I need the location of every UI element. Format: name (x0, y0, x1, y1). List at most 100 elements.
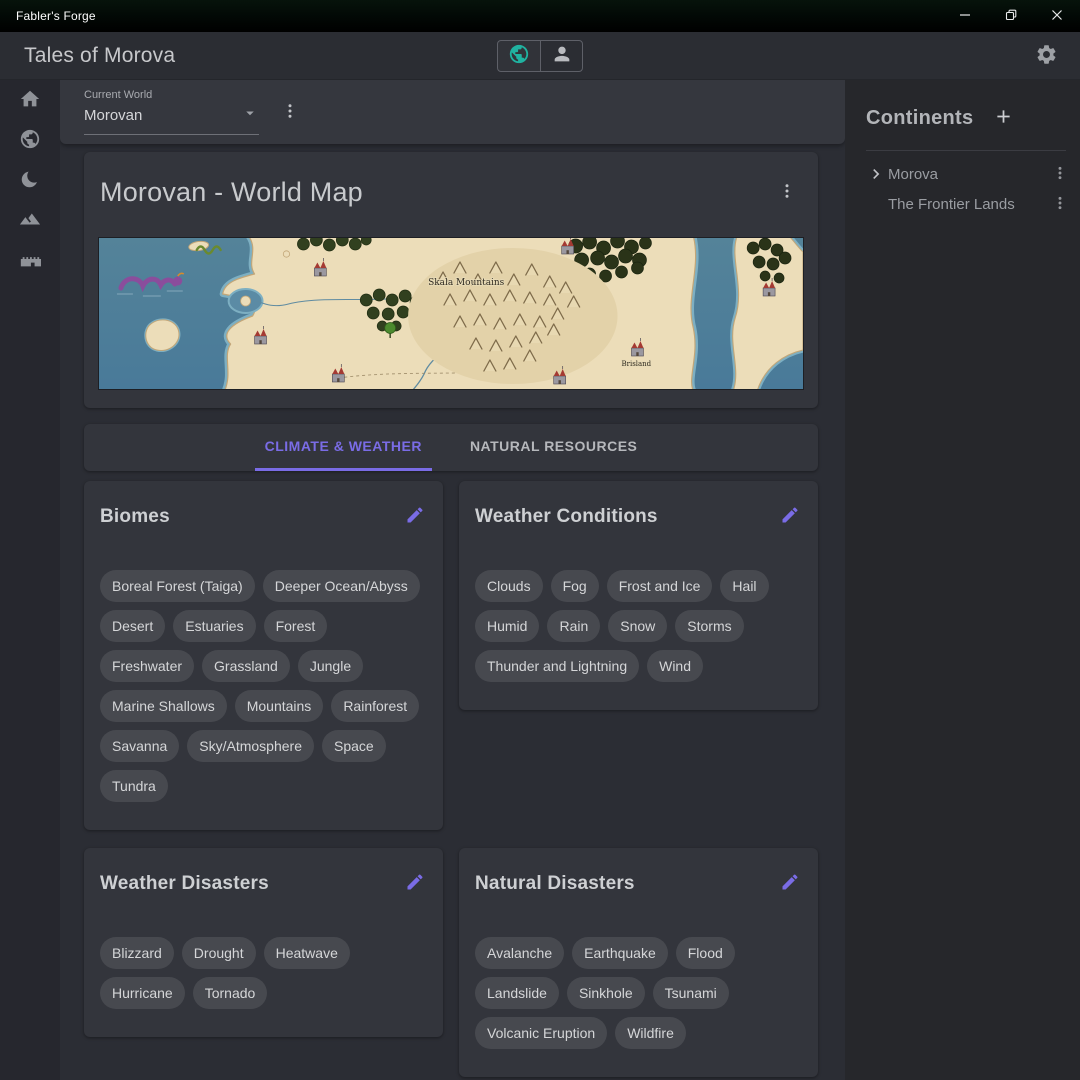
chip-tundra: Tundra (100, 770, 168, 802)
globe-icon (508, 43, 530, 68)
chip-hurricane: Hurricane (100, 977, 185, 1009)
section-tabs: CLIMATE & WEATHER NATURAL RESOURCES (84, 424, 818, 471)
chip-forest: Forest (264, 610, 328, 642)
weather-conditions-card: Weather Conditions CloudsFogFrost and Ic… (459, 481, 818, 710)
continents-panel: Continents Morova The Frontier Lands (845, 80, 1080, 1080)
continent-menu-button[interactable] (1052, 163, 1068, 186)
chip-humid: Humid (475, 610, 539, 642)
biomes-chip-list: Boreal Forest (Taiga)Deeper Ocean/AbyssD… (100, 570, 427, 802)
natural-disasters-chip-list: AvalancheEarthquakeFloodLandslideSinkhol… (475, 937, 802, 1049)
chip-freshwater: Freshwater (100, 650, 194, 682)
current-world-select[interactable]: Current World Morovan (84, 89, 259, 135)
castle-icon (19, 258, 41, 273)
minimize-button[interactable] (942, 0, 988, 32)
world-view-toggle[interactable] (498, 41, 540, 71)
mountain-icon (19, 218, 41, 233)
kebab-icon (778, 188, 796, 203)
chip-frost-and-ice: Frost and Ice (607, 570, 713, 602)
chevron-down-icon (241, 104, 259, 127)
climate-sections-grid: Biomes Boreal Forest (Taiga)Deeper Ocean… (84, 481, 818, 1077)
biomes-card: Biomes Boreal Forest (Taiga)Deeper Ocean… (84, 481, 443, 830)
biomes-title: Biomes (100, 506, 170, 528)
chip-wildfire: Wildfire (615, 1017, 686, 1049)
person-icon (551, 43, 573, 68)
chip-fog: Fog (551, 570, 599, 602)
chip-tornado: Tornado (193, 977, 268, 1009)
weather-conditions-chip-list: CloudsFogFrost and IceHailHumidRainSnowS… (475, 570, 802, 682)
sidebar-item-terrain[interactable] (19, 208, 41, 232)
chip-storms: Storms (675, 610, 743, 642)
tab-climate-weather[interactable]: CLIMATE & WEATHER (255, 424, 432, 471)
chip-thunder-and-lightning: Thunder and Lightning (475, 650, 639, 682)
character-view-toggle[interactable] (540, 41, 582, 71)
world-icon (19, 138, 41, 153)
continent-item-frontier-lands[interactable]: The Frontier Lands (866, 189, 1068, 219)
moon-icon (19, 178, 41, 193)
app-title: Tales of Morova (24, 44, 175, 68)
pencil-icon (780, 513, 800, 528)
add-continent-button[interactable] (991, 104, 1016, 132)
chip-grassland: Grassland (202, 650, 290, 682)
chip-drought: Drought (182, 937, 256, 969)
weather-disasters-chip-list: BlizzardDroughtHeatwaveHurricaneTornado (100, 937, 427, 1009)
chip-earthquake: Earthquake (572, 937, 668, 969)
os-titlebar: Fabler's Forge (0, 0, 1080, 32)
map-label-city: Brisland (622, 360, 652, 368)
panel-divider (866, 150, 1066, 151)
minimize-icon (959, 9, 971, 24)
close-button[interactable] (1034, 0, 1080, 32)
continents-title: Continents (866, 107, 973, 130)
home-icon (19, 98, 41, 113)
settings-button[interactable] (1035, 43, 1058, 69)
continent-label: Morova (888, 166, 1052, 183)
chip-estuaries: Estuaries (173, 610, 255, 642)
weather-disasters-edit-button[interactable] (403, 870, 427, 897)
chip-rain: Rain (547, 610, 600, 642)
world-map-card: Morovan - World Map (84, 152, 818, 408)
continent-menu-button[interactable] (1052, 193, 1068, 216)
current-world-value: Morovan (84, 107, 142, 124)
chip-deeper-ocean-abyss: Deeper Ocean/Abyss (263, 570, 420, 602)
gear-icon (1035, 54, 1058, 69)
pencil-icon (405, 513, 425, 528)
chip-desert: Desert (100, 610, 165, 642)
weather-disasters-title: Weather Disasters (100, 873, 269, 895)
close-icon (1051, 9, 1063, 24)
natural-disasters-title: Natural Disasters (475, 873, 635, 895)
world-menu-button[interactable] (277, 98, 303, 127)
chip-snow: Snow (608, 610, 667, 642)
chip-savanna: Savanna (100, 730, 179, 762)
chip-wind: Wind (647, 650, 703, 682)
current-world-label: Current World (84, 89, 259, 101)
chip-volcanic-eruption: Volcanic Eruption (475, 1017, 607, 1049)
chip-tsunami: Tsunami (653, 977, 729, 1009)
chevron-spacer (866, 194, 886, 214)
kebab-icon (281, 108, 299, 123)
biomes-edit-button[interactable] (403, 503, 427, 530)
natural-disasters-edit-button[interactable] (778, 870, 802, 897)
window-title: Fabler's Forge (0, 9, 96, 23)
chip-clouds: Clouds (475, 570, 543, 602)
continent-item-morova[interactable]: Morova (866, 159, 1068, 189)
chip-space: Space (322, 730, 386, 762)
world-map-image[interactable]: Skala Mountains Brisland (98, 237, 804, 390)
chevron-right-icon[interactable] (866, 164, 886, 184)
restore-button[interactable] (988, 0, 1034, 32)
kebab-icon (1052, 169, 1068, 184)
sidebar-item-castle[interactable] (19, 248, 41, 272)
sidebar-item-home[interactable] (19, 88, 41, 112)
map-menu-button[interactable] (774, 178, 800, 207)
chip-marine-shallows: Marine Shallows (100, 690, 227, 722)
window-controls (942, 0, 1080, 32)
pencil-icon (780, 880, 800, 895)
continent-label: The Frontier Lands (888, 196, 1052, 213)
weather-conditions-edit-button[interactable] (778, 503, 802, 530)
tab-natural-resources[interactable]: NATURAL RESOURCES (460, 424, 647, 471)
restore-icon (1005, 9, 1017, 24)
map-card-title: Morovan - World Map (100, 177, 363, 208)
sidebar-item-world[interactable] (19, 128, 41, 152)
chip-sinkhole: Sinkhole (567, 977, 645, 1009)
sidebar-item-night[interactable] (19, 168, 41, 192)
weather-conditions-title: Weather Conditions (475, 506, 658, 528)
chip-sky-atmosphere: Sky/Atmosphere (187, 730, 314, 762)
